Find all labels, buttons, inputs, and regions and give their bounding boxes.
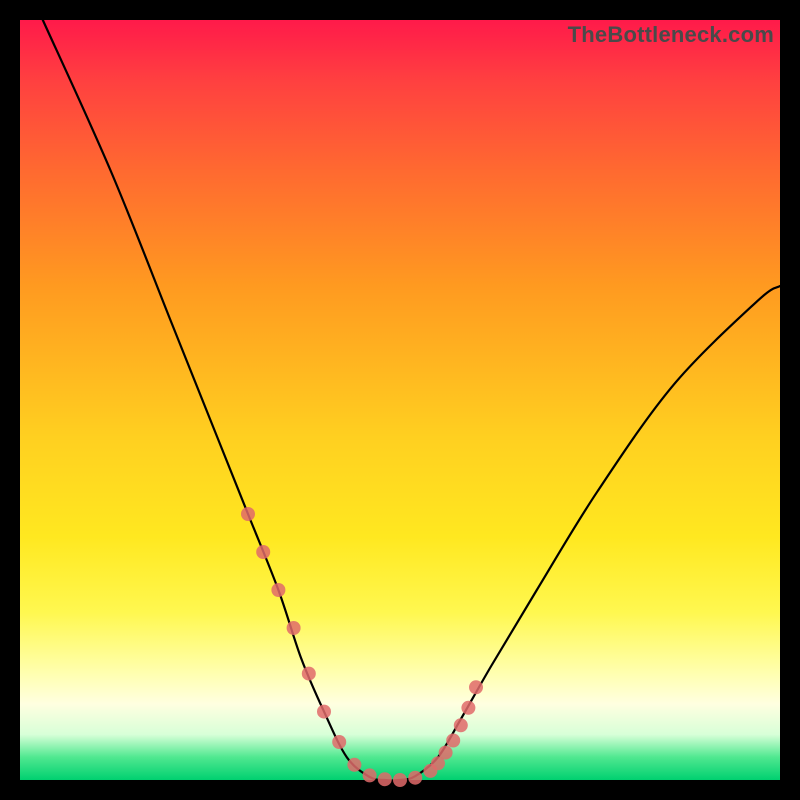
marker-dot — [461, 701, 475, 715]
marker-dot — [454, 718, 468, 732]
marker-dot — [347, 758, 361, 772]
marker-dot — [469, 680, 483, 694]
marker-dot — [332, 735, 346, 749]
bottleneck-curve-path — [43, 20, 780, 780]
marker-dot — [271, 583, 285, 597]
marker-dot — [393, 773, 407, 787]
marker-dot — [256, 545, 270, 559]
marker-dot — [302, 667, 316, 681]
chart-svg — [20, 20, 780, 780]
marker-dot — [408, 771, 422, 785]
marker-dot — [287, 621, 301, 635]
marker-dot — [446, 734, 460, 748]
chart-frame: TheBottleneck.com — [20, 20, 780, 780]
marker-dot — [439, 746, 453, 760]
marker-dot — [317, 705, 331, 719]
marker-dot — [363, 768, 377, 782]
marker-dot — [378, 772, 392, 786]
marker-dot — [241, 507, 255, 521]
